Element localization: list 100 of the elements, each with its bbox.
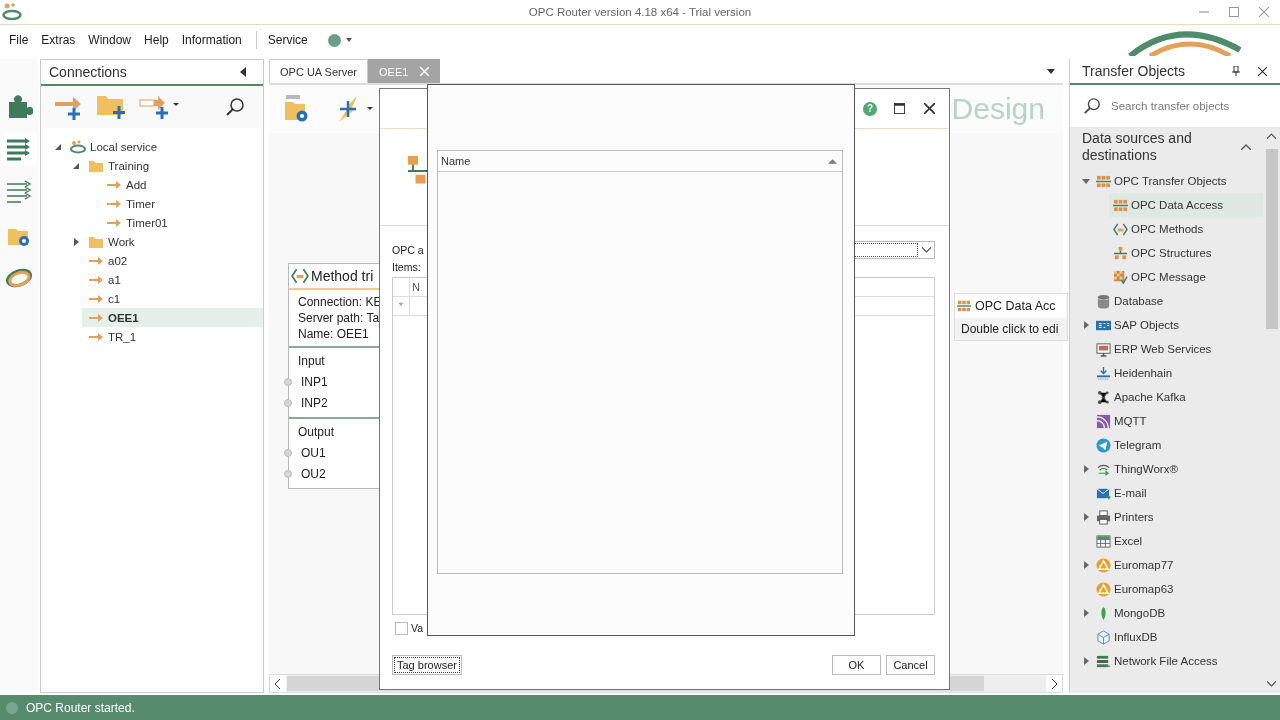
expand-toggle[interactable] <box>54 142 62 151</box>
tree-item[interactable]: Timer01 <box>100 213 263 232</box>
transfer-object-item[interactable]: Euromap63 <box>1092 577 1263 601</box>
menu-item[interactable]: Window <box>83 31 137 49</box>
search-field[interactable]: Search transfer objects <box>1109 99 1263 113</box>
expand-toggle[interactable] <box>1082 657 1090 665</box>
port-label: OU2 <box>301 466 326 481</box>
transfer-object-item[interactable]: OPC Methods <box>1109 217 1263 241</box>
node-title: Method tri <box>311 268 374 284</box>
monitor-icon <box>1096 341 1111 357</box>
pin-icon <box>1232 66 1240 76</box>
expand-toggle[interactable] <box>72 237 80 246</box>
transfer-object-item[interactable]: InfluxDB <box>1092 625 1263 649</box>
transfer-object-item[interactable]: Excel <box>1092 529 1263 553</box>
transfer-object-item[interactable]: MQTT <box>1092 409 1263 433</box>
port-handle[interactable] <box>284 448 292 457</box>
menu-item[interactable]: Information <box>176 31 247 49</box>
menu-item[interactable]: File <box>4 31 34 49</box>
transfer-object-item[interactable]: E-mail <box>1092 481 1263 505</box>
close-button[interactable] <box>921 100 937 117</box>
panel-title: Transfer Objects <box>1082 63 1185 79</box>
transfer-object-item[interactable]: Database <box>1092 289 1263 313</box>
transfer-object-item[interactable]: MongoDB <box>1092 601 1263 625</box>
data-access-node[interactable]: OPC Data Acc Double click to edi <box>954 293 1068 341</box>
tree-item[interactable]: TR_1 <box>82 327 263 346</box>
menu-item[interactable]: Service <box>262 31 313 49</box>
field-label: OPC a <box>392 244 424 256</box>
waves-icon <box>1096 413 1111 429</box>
search-icon[interactable] <box>225 97 245 117</box>
minimize-icon <box>1199 11 1209 13</box>
tree-item[interactable]: Local service <box>64 137 263 156</box>
cancel-button[interactable]: Cancel <box>886 655 935 675</box>
transfer-object-item[interactable]: Telegram <box>1092 433 1263 457</box>
service-icon <box>70 138 86 155</box>
transfer-object-item[interactable]: Printers <box>1092 505 1263 529</box>
transfer-object-item[interactable]: Euromap77 <box>1092 553 1263 577</box>
menu-item[interactable]: Extras <box>36 31 81 49</box>
tree-item[interactable]: Add <box>100 175 263 194</box>
node-title: OPC Data Acc <box>975 299 1056 313</box>
transfer-object-item[interactable]: Heidenhain <box>1092 361 1263 385</box>
hierarchy-icon <box>1113 245 1128 261</box>
grid-icon <box>1113 197 1128 213</box>
paper-plane-icon <box>1096 437 1111 453</box>
transfer-object-item[interactable]: OPC Structures <box>1109 241 1263 265</box>
transfer-object-item[interactable]: SAP Objects <box>1092 313 1263 337</box>
checkered-icon <box>1113 269 1128 285</box>
scroll-up-button[interactable] <box>1267 133 1276 139</box>
tag-browser-button[interactable]: Tag browser <box>392 655 462 675</box>
close-icon <box>1259 7 1269 17</box>
arrows-icon[interactable] <box>1 132 37 166</box>
maximize-button[interactable] <box>891 100 907 117</box>
port-handle[interactable] <box>284 377 292 386</box>
tree-item[interactable]: c1 <box>82 289 263 308</box>
expand-toggle[interactable] <box>72 161 80 170</box>
sort-arrow-icon <box>828 158 837 164</box>
maximize-icon <box>1229 7 1239 17</box>
ok-button[interactable]: OK <box>832 655 881 675</box>
window-title: OPC Router version 4.18 x64 - Trial version <box>528 6 752 18</box>
menu-item[interactable]: Help <box>139 31 174 49</box>
transfer-object-item[interactable]: OPC Message <box>1109 265 1263 289</box>
close-icon[interactable] <box>420 67 430 76</box>
scroll-down-button[interactable] <box>1267 681 1276 687</box>
grid-icon <box>1096 173 1111 189</box>
name-list[interactable]: Name <box>437 150 843 574</box>
section-title: Data sources and destinations <box>1082 130 1193 164</box>
port-handle[interactable] <box>284 398 292 407</box>
expand-toggle[interactable] <box>1082 609 1090 617</box>
tree-item[interactable]: Timer <box>100 194 263 213</box>
port-handle[interactable] <box>284 469 292 478</box>
port-label: INP2 <box>301 395 328 410</box>
expand-toggle[interactable] <box>1082 513 1090 521</box>
transfer-object-item[interactable]: ThingWorx® <box>1092 457 1263 481</box>
expand-toggle[interactable] <box>1082 465 1090 473</box>
tree-item[interactable]: OEE1 <box>82 308 263 327</box>
caret-icon <box>345 38 352 42</box>
expand-toggle[interactable] <box>1082 177 1090 185</box>
maximize-icon <box>893 103 905 114</box>
tree-item[interactable]: a1 <box>82 270 263 289</box>
transfer-object-item[interactable]: OPC Data Access <box>1109 193 1263 217</box>
column-header[interactable]: Name <box>438 151 842 172</box>
transfer-object-item[interactable]: Apache Kafka <box>1092 385 1263 409</box>
collapse-chevron-icon[interactable] <box>1241 144 1251 150</box>
search-icon <box>1083 97 1101 115</box>
transfer-object-item[interactable]: Network File Access <box>1092 649 1263 673</box>
tree-item[interactable]: Work <box>82 232 263 251</box>
add-folder-icon[interactable] <box>97 94 127 120</box>
transfer-object-item[interactable]: OPC Transfer Objects <box>1092 169 1263 193</box>
tree-item[interactable]: a02 <box>82 251 263 270</box>
section-title: Input <box>297 353 326 370</box>
expand-toggle[interactable] <box>1082 561 1090 569</box>
expand-toggle[interactable] <box>1082 321 1090 329</box>
add-connection-dropdown[interactable] <box>139 94 179 120</box>
checkbox[interactable] <box>395 621 408 635</box>
checkbox-label: Va <box>411 622 424 634</box>
scrollbar-thumb[interactable] <box>1265 149 1278 330</box>
status-indicator-icon <box>6 701 18 714</box>
tree-item[interactable]: Training <box>82 156 263 175</box>
section-title: Output <box>297 424 336 441</box>
column-header[interactable]: N <box>410 278 420 296</box>
transfer-object-item[interactable]: ERP Web Services <box>1092 337 1263 361</box>
